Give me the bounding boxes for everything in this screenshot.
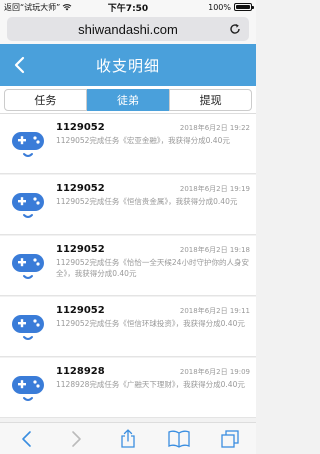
gamepad-icon — [12, 315, 44, 340]
user-id: 1128928 — [56, 366, 105, 377]
tab-apprentices[interactable]: 徒弟 — [86, 88, 170, 111]
timestamp: 2018年6月2日 19:19 — [179, 185, 250, 193]
tab-label: 任务 — [34, 93, 57, 107]
user-id: 1129052 — [56, 244, 105, 255]
record-description: 1128928完成任务《广融天下理财》，我获得分成0.40元 — [56, 380, 245, 389]
user-id: 1129052 — [56, 122, 105, 133]
user-id: 1129052 — [56, 183, 105, 194]
record-description: 1129052完成任务《恒信贵金属》，我获得分成0.40元 — [56, 197, 238, 206]
address-bar[interactable]: shiwandashi.com — [7, 17, 249, 41]
record-list[interactable]: 1129052 2018年6月2日 19:22 1129052完成任务《宏亚金融… — [0, 114, 256, 422]
timestamp: 2018年6月2日 19:18 — [179, 246, 250, 254]
tab-withdraw[interactable]: 提现 — [169, 88, 253, 111]
timestamp: 2018年6月2日 19:09 — [179, 368, 250, 376]
page-title: 收支明细 — [95, 56, 160, 75]
timestamp: 2018年6月2日 19:11 — [179, 307, 250, 315]
wifi-icon — [62, 4, 72, 11]
chevron-right-icon — [71, 430, 81, 447]
record-description: 1129052完成任务《恒信环球投资》，我获得分成0.40元 — [56, 319, 245, 328]
chevron-left-icon — [14, 56, 25, 74]
battery-icon — [234, 3, 254, 11]
book-icon — [168, 430, 190, 448]
battery-percent: 100% — [208, 2, 231, 12]
back-app-label: 返回“试玩大师” — [4, 2, 61, 12]
list-item: 1129052 2018年6月2日 19:22 1129052完成任务《宏亚金融… — [0, 114, 256, 174]
tabs-button[interactable] — [215, 424, 245, 454]
reload-icon[interactable] — [227, 21, 243, 37]
status-bar: 返回“试玩大师” 下午7:50 100% — [0, 0, 256, 14]
list-item: 1129052 2018年6月2日 19:19 1129052完成任务《恒信贵金… — [0, 175, 256, 235]
tab-bar: 任务 徒弟 提现 — [0, 86, 256, 114]
gamepad-icon — [12, 254, 44, 279]
back-to-app[interactable]: 返回“试玩大师” — [4, 2, 72, 13]
tab-tasks[interactable]: 任务 — [4, 88, 87, 111]
record-description: 1129052完成任务《宏亚金融》，我获得分成0.40元 — [56, 136, 230, 145]
tab-label: 提现 — [199, 93, 222, 107]
browser-toolbar — [0, 422, 256, 454]
page-header: 收支明细 — [0, 44, 256, 86]
battery-fill — [236, 5, 250, 9]
tab-label: 徒弟 — [117, 93, 139, 107]
chevron-left-icon — [21, 430, 31, 447]
gamepad-icon — [12, 376, 44, 401]
status-time: 下午7:50 — [107, 3, 149, 14]
list-item: 1128928 2018年6月2日 19:09 1128928完成任务《广融天下… — [0, 358, 256, 418]
browser-forward-button[interactable] — [62, 424, 92, 454]
record-description: 1129052完成任务《恰恰一全天候24小时守护你的人身安全》，我获得分成0.4… — [56, 258, 249, 278]
url-text: shiwandashi.com — [78, 21, 178, 37]
gamepad-icon — [12, 193, 44, 218]
browser-back-button[interactable] — [11, 424, 41, 454]
user-id: 1129052 — [56, 305, 105, 316]
back-button[interactable] — [6, 52, 32, 78]
share-icon — [121, 428, 135, 448]
timestamp: 2018年6月2日 19:22 — [179, 124, 250, 132]
bookmarks-button[interactable] — [164, 424, 194, 454]
tabs-icon — [221, 429, 239, 448]
gamepad-icon — [12, 132, 44, 157]
share-button[interactable] — [113, 424, 143, 454]
list-item: 1129052 2018年6月2日 19:18 1129052完成任务《恰恰一全… — [0, 236, 256, 296]
list-item: 1129052 2018年6月2日 19:11 1129052完成任务《恒信环球… — [0, 297, 256, 357]
